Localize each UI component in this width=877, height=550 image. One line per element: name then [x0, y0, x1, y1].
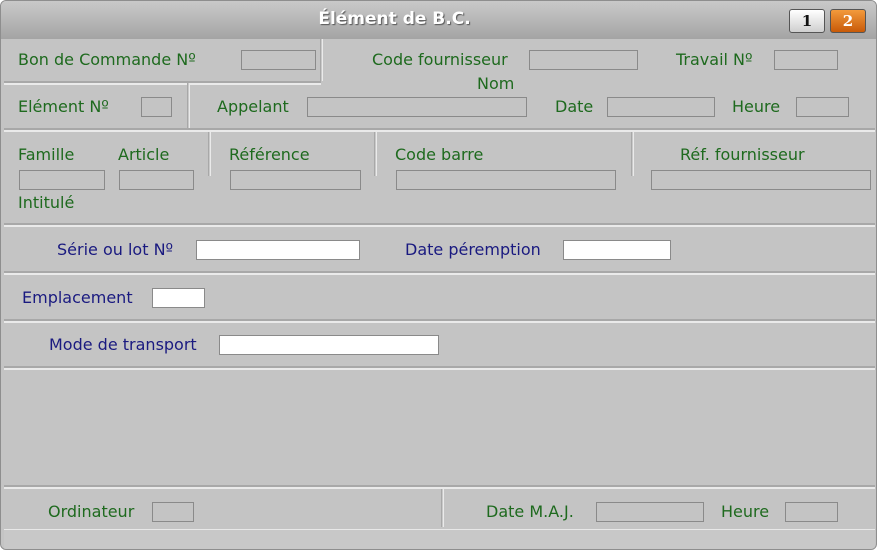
bon-commande-label: Bon de Commande Nº — [18, 50, 196, 69]
date-peremption-input[interactable] — [563, 240, 671, 260]
emplacement-input[interactable] — [152, 288, 205, 308]
ref-fournisseur-label: Réf. fournisseur — [680, 145, 805, 164]
page-1-button[interactable]: 1 — [789, 9, 825, 33]
separator — [4, 81, 321, 85]
code-fournisseur-field[interactable] — [529, 50, 638, 70]
reference-label: Référence — [229, 145, 310, 164]
status-bar — [4, 529, 875, 549]
ordinateur-label: Ordinateur — [48, 502, 135, 521]
reference-field[interactable] — [230, 170, 361, 190]
intitule-label: Intitulé — [18, 193, 75, 212]
ref-fournisseur-field[interactable] — [651, 170, 871, 190]
article-field[interactable] — [119, 170, 194, 190]
separator — [4, 485, 875, 489]
element-field[interactable] — [141, 97, 172, 117]
title-bar: Élément de B.C. 1 2 — [1, 1, 876, 39]
page-2-button[interactable]: 2 — [830, 9, 866, 33]
separator — [208, 132, 211, 176]
code-fournisseur-label: Code fournisseur — [372, 50, 508, 69]
separator — [320, 39, 323, 81]
date-peremption-label: Date péremption — [405, 240, 541, 259]
serie-lot-input[interactable] — [196, 240, 360, 260]
element-label: Elément Nº — [18, 97, 109, 116]
date-maj-field[interactable] — [596, 502, 704, 522]
separator — [631, 132, 634, 176]
emplacement-label: Emplacement — [22, 288, 133, 307]
separator — [4, 128, 875, 132]
famille-label: Famille — [18, 145, 75, 164]
date-label: Date — [555, 97, 594, 116]
code-barre-field[interactable] — [396, 170, 616, 190]
form-window: Élément de B.C. 1 2 Bon de Commande Nº C… — [0, 0, 877, 550]
separator — [4, 366, 875, 370]
famille-field[interactable] — [19, 170, 105, 190]
heure-field[interactable] — [796, 97, 849, 117]
separator — [4, 223, 875, 227]
separator — [187, 83, 190, 129]
mode-transport-input[interactable] — [219, 335, 439, 355]
date-maj-label: Date M.A.J. — [486, 502, 574, 521]
separator — [4, 319, 875, 323]
date-field[interactable] — [607, 97, 715, 117]
travail-label: Travail Nº — [676, 50, 753, 69]
article-label: Article — [118, 145, 170, 164]
serie-lot-label: Série ou lot Nº — [57, 240, 174, 259]
nom-label: Nom — [477, 74, 515, 93]
heure-maj-field[interactable] — [785, 502, 838, 522]
ordinateur-field[interactable] — [152, 502, 194, 522]
mode-transport-label: Mode de transport — [49, 335, 197, 354]
separator — [374, 132, 377, 176]
separator — [4, 271, 875, 275]
window-title: Élément de B.C. — [318, 9, 471, 29]
bon-commande-field[interactable] — [241, 50, 316, 70]
code-barre-label: Code barre — [395, 145, 484, 164]
appelant-label: Appelant — [217, 97, 289, 116]
travail-field[interactable] — [774, 50, 838, 70]
heure-label: Heure — [732, 97, 781, 116]
heure-maj-label: Heure — [721, 502, 770, 521]
separator — [441, 489, 444, 527]
appelant-field[interactable] — [307, 97, 527, 117]
